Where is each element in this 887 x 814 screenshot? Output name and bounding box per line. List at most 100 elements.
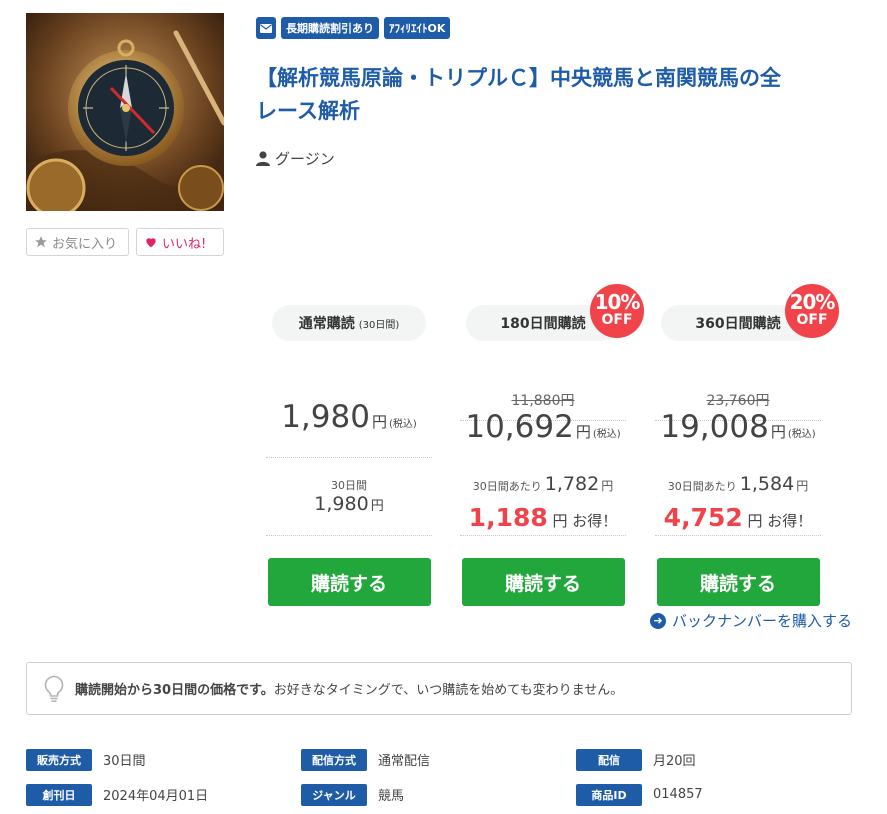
user-icon bbox=[256, 151, 270, 166]
savings-suffix: 円 お得！ bbox=[552, 512, 618, 530]
meta-value: 通常配信 bbox=[378, 754, 431, 769]
heart-icon bbox=[146, 238, 156, 248]
tag-list: 長期購読割引あり ｱﾌｨﾘｴｲﾄOK bbox=[256, 17, 451, 39]
meta-label: 商品ID bbox=[576, 783, 642, 806]
discount-percent: 10% bbox=[594, 290, 641, 314]
notice-bold: 購読開始から30日間の価格です。 bbox=[75, 683, 274, 698]
per-label: 30日間あたり bbox=[472, 480, 542, 493]
meta-label: ジャンル bbox=[301, 783, 367, 806]
plan-name: 通常購読 bbox=[298, 316, 355, 332]
plan-period-note: (30日間) bbox=[358, 319, 400, 331]
star-icon bbox=[35, 236, 47, 248]
price-yen: 円 bbox=[371, 413, 387, 431]
plan-header: 通常購読 (30日間) bbox=[272, 305, 426, 341]
tag-affiliate-ok: ｱﾌｨﾘｴｲﾄOK bbox=[384, 17, 451, 39]
meta-value: 2024年04月01日 bbox=[103, 789, 209, 804]
product-meta: 販売方式 30日間 配信方式 通常配信 配信 月20回 創刊日 2024年04月… bbox=[26, 742, 852, 812]
backnumber-link[interactable]: ➜ バックナンバーを購入する bbox=[649, 610, 852, 631]
notice-text: お好きなタイミングで、いつ購読を始めても変わりません。 bbox=[273, 683, 624, 698]
meta-delivery-method: 配信方式 通常配信 bbox=[301, 748, 576, 771]
price-yen: 円 bbox=[575, 423, 591, 441]
price-tax: (税込) bbox=[388, 419, 417, 430]
price-yen: 円 bbox=[770, 423, 786, 441]
meta-label: 配信 bbox=[576, 748, 642, 771]
subscribe-button-180-days[interactable]: 購読する bbox=[461, 558, 625, 606]
lightbulb-icon bbox=[44, 675, 64, 702]
plan-name: 180日間購読 bbox=[500, 316, 586, 332]
meta-delivery-frequency: 配信 月20回 bbox=[576, 748, 851, 771]
discount-off: OFF bbox=[796, 312, 828, 328]
price-block: 1,980 円 (税込) bbox=[266, 341, 432, 458]
meta-value: 014857 bbox=[653, 787, 703, 802]
price-block: 23,760円 19,008 円 (税込) bbox=[655, 341, 821, 445]
subscribe-button-360-days[interactable]: 購読する bbox=[656, 558, 820, 606]
plan-header: 360日間購読 20% OFF bbox=[661, 284, 839, 341]
per-yen: 円 bbox=[796, 479, 809, 493]
mail-tag bbox=[256, 17, 276, 39]
favorite-label: お気に入り bbox=[52, 236, 118, 252]
discount-off: OFF bbox=[601, 312, 633, 328]
meta-product-id: 商品ID 014857 bbox=[576, 783, 851, 806]
tag-long-term-discount: 長期購読割引あり bbox=[281, 17, 379, 39]
meta-sales-method: 販売方式 30日間 bbox=[26, 748, 301, 771]
original-price: 11,880円 bbox=[511, 393, 575, 409]
savings-value: 4,752 bbox=[663, 503, 743, 532]
plan-price: 10,692 円 (税込) bbox=[460, 409, 626, 445]
plan-header: 180日間購読 10% OFF bbox=[466, 284, 644, 341]
arrow-right-circle-icon: ➜ bbox=[649, 612, 666, 629]
per-30-days: 30日間あたり 1,782 円 bbox=[460, 473, 626, 495]
original-price: 23,760円 bbox=[706, 393, 770, 409]
meta-label: 創刊日 bbox=[26, 783, 92, 806]
product-image bbox=[26, 13, 224, 211]
per-yen: 円 bbox=[601, 479, 614, 493]
price-tax: (税込) bbox=[592, 429, 621, 440]
subscribe-button-regular[interactable]: 購読する bbox=[267, 558, 431, 606]
discount-badge: 10% OFF bbox=[590, 284, 644, 338]
meta-value: 30日間 bbox=[103, 754, 146, 769]
like-button[interactable]: いいね! bbox=[136, 228, 224, 256]
price-value: 10,692 bbox=[465, 409, 574, 445]
price-notice: 購読開始から30日間の価格です。 お好きなタイミングで、いつ購読を始めても変わりま… bbox=[26, 662, 852, 715]
product-title-line1: 【解析競馬原論・トリプルＣ】中央競馬と南関競馬の全 bbox=[256, 66, 781, 90]
savings-suffix: 円 お得！ bbox=[747, 512, 813, 530]
meta-launch-date: 創刊日 2024年04月01日 bbox=[26, 783, 301, 806]
discount-percent: 20% bbox=[789, 290, 836, 314]
product-title[interactable]: 【解析競馬原論・トリプルＣ】中央競馬と南関競馬の全 レース解析 bbox=[256, 62, 856, 128]
detail-block: 30日間あたり 1,782 円 1,188 円 お得！ bbox=[460, 458, 626, 536]
meta-row: 販売方式 30日間 配信方式 通常配信 配信 月20回 bbox=[26, 742, 852, 777]
price-value: 19,008 bbox=[660, 409, 769, 445]
meta-label: 配信方式 bbox=[301, 748, 367, 771]
favorite-button[interactable]: お気に入り bbox=[26, 228, 129, 256]
plan-name: 360日間購読 bbox=[695, 316, 781, 332]
plan-price: 1,980 円 (税込) bbox=[266, 399, 432, 435]
detail-value: 1,980 bbox=[314, 493, 369, 515]
backnumber-label: バックナンバーを購入する bbox=[671, 612, 852, 630]
discount-badge: 20% OFF bbox=[785, 284, 839, 338]
savings: 1,188 円 お得！ bbox=[460, 503, 626, 532]
savings: 4,752 円 お得！ bbox=[655, 503, 821, 532]
like-label: いいね! bbox=[162, 236, 207, 252]
meta-value: 月20回 bbox=[653, 754, 696, 769]
detail-label: 30日間 bbox=[331, 479, 367, 492]
meta-row: 創刊日 2024年04月01日 ジャンル 競馬 商品ID 014857 bbox=[26, 777, 852, 812]
price-block: 11,880円 10,692 円 (税込) bbox=[460, 341, 626, 445]
price-tax: (税込) bbox=[787, 429, 816, 440]
plan-360-days: 360日間購読 20% OFF 23,760円 19,008 円 (税込) 30日間… bbox=[655, 284, 839, 606]
detail-block: 30日間あたり 1,584 円 4,752 円 お得！ bbox=[655, 458, 821, 536]
per-30-days: 30日間あたり 1,584 円 bbox=[655, 473, 821, 495]
savings-value: 1,188 bbox=[468, 503, 548, 532]
detail-block: 30日間 1,980 円 bbox=[266, 458, 432, 536]
meta-value[interactable]: 競馬 bbox=[378, 785, 404, 804]
plan-180-days: 180日間購読 10% OFF 11,880円 10,692 円 (税込) 30日間… bbox=[460, 284, 644, 606]
per-label: 30日間あたり bbox=[667, 480, 737, 493]
per-value: 1,782 bbox=[544, 473, 600, 495]
detail-yen: 円 bbox=[370, 499, 384, 514]
author[interactable]: グージン bbox=[256, 148, 335, 169]
meta-label: 販売方式 bbox=[26, 748, 92, 771]
product-title-line2: レース解析 bbox=[256, 99, 360, 123]
author-name: グージン bbox=[275, 150, 335, 168]
plan-regular: 通常購読 (30日間) 1,980 円 (税込) 30日間 1,980 円 購読する bbox=[266, 305, 432, 606]
plan-price: 19,008 円 (税込) bbox=[655, 409, 821, 445]
price-value: 1,980 bbox=[281, 399, 370, 435]
meta-genre: ジャンル 競馬 bbox=[301, 783, 576, 806]
